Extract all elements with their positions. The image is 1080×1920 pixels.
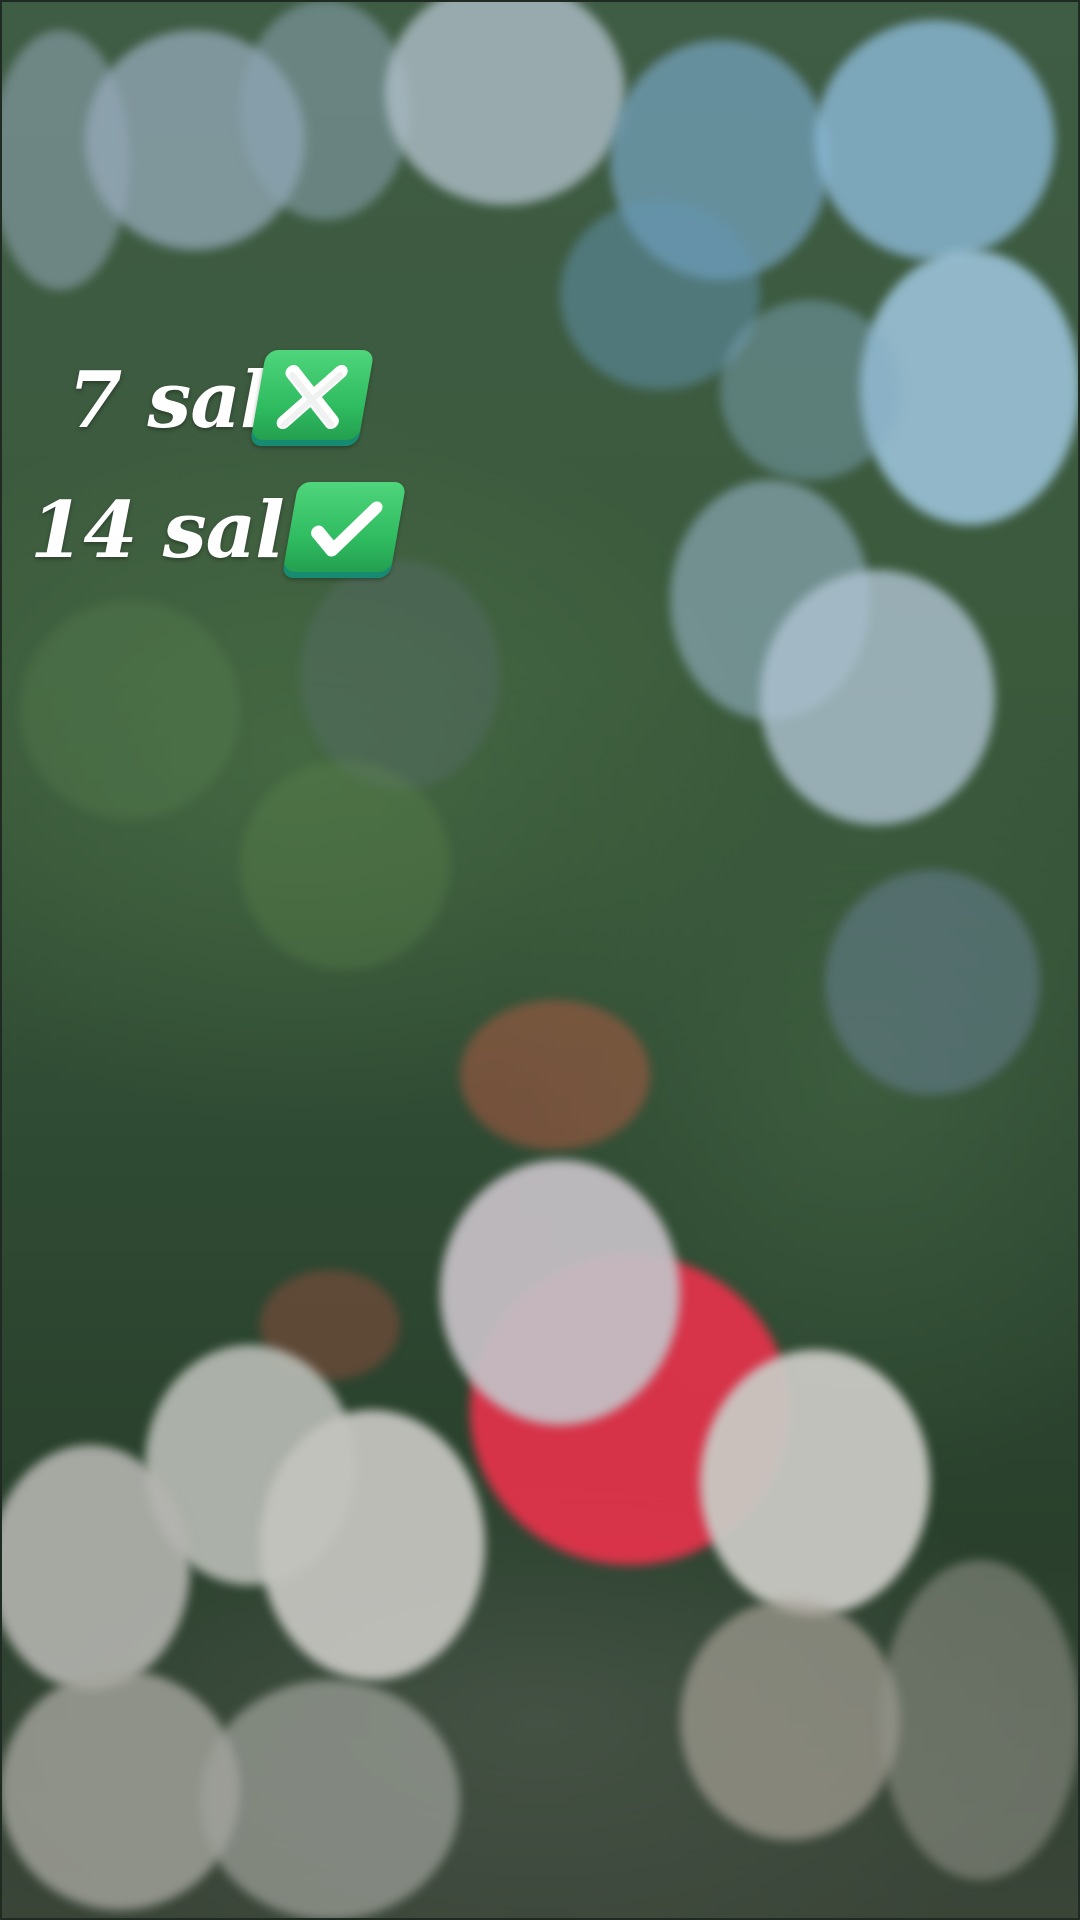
bokeh-light xyxy=(385,0,625,205)
bokeh-light xyxy=(460,1000,650,1150)
bokeh-light xyxy=(815,20,1055,260)
bokeh-light xyxy=(20,600,240,820)
bokeh-light xyxy=(240,0,410,220)
caption-line-2-text: 14 sal xyxy=(30,485,285,576)
bokeh-light xyxy=(0,1445,190,1690)
bokeh-light xyxy=(300,560,500,790)
check-mark-button-icon xyxy=(281,482,407,578)
bokeh-light xyxy=(700,1350,930,1615)
bokeh-photo-background: 7 sal 14 sal xyxy=(0,0,1080,1920)
bokeh-light xyxy=(200,1680,460,1920)
caption-line-1: 7 sal xyxy=(68,362,270,440)
bokeh-light xyxy=(760,570,995,825)
caption-line-1-text: 7 sal xyxy=(68,355,270,446)
bokeh-light xyxy=(240,760,450,970)
bokeh-light xyxy=(880,1560,1080,1880)
bokeh-light xyxy=(680,1600,900,1840)
bokeh-light xyxy=(825,870,1040,1095)
bokeh-light xyxy=(440,1160,680,1425)
cross-mark-button-icon xyxy=(249,350,375,446)
caption-line-2: 14 sal xyxy=(30,492,285,570)
bokeh-light xyxy=(720,300,900,480)
bokeh-light xyxy=(260,1410,485,1680)
